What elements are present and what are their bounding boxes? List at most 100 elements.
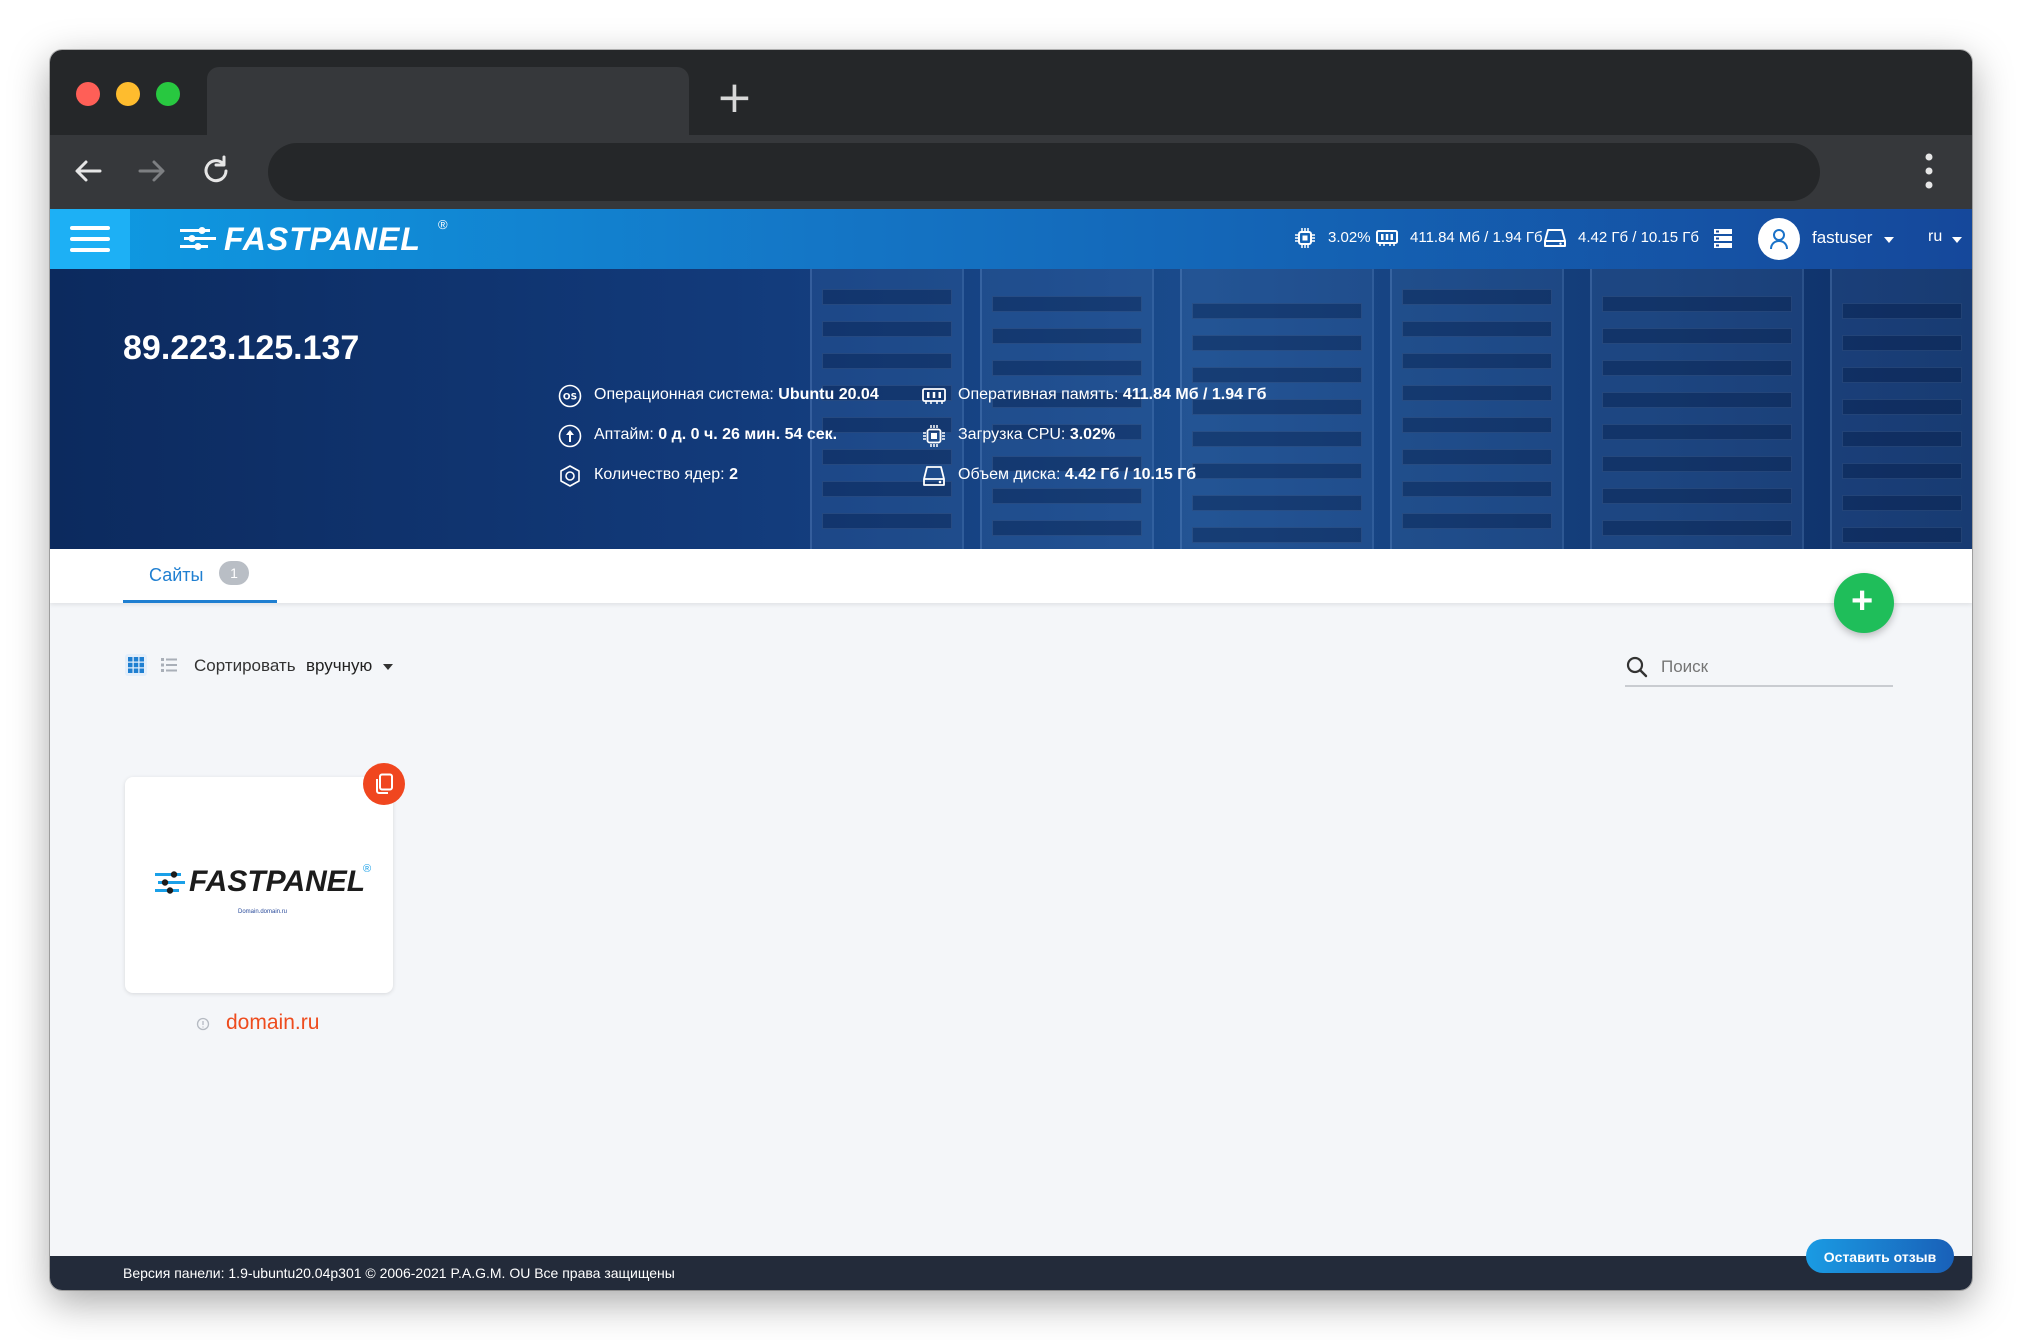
server-rack-decoration xyxy=(980,269,1154,549)
rack-slot-decoration xyxy=(822,321,952,337)
language-selector[interactable]: ru xyxy=(1928,228,1942,246)
header-ram-value: 411.84 Мб / 1.94 Гб xyxy=(1410,229,1543,246)
rack-slot-decoration xyxy=(1192,463,1362,479)
cpu-icon xyxy=(923,425,945,447)
new-tab-button[interactable]: + xyxy=(716,76,753,120)
ram-info: Оперативная память: 411.84 Мб / 1.94 Гб xyxy=(958,386,1267,403)
close-window-button[interactable] xyxy=(76,82,100,106)
rack-slot-decoration xyxy=(1842,431,1962,447)
rack-slot-decoration xyxy=(1842,303,1962,319)
footer-version-text: Версия панели: 1.9-ubuntu20.04p301 © 200… xyxy=(123,1265,675,1281)
back-arrow-icon[interactable] xyxy=(70,153,106,189)
rack-slot-decoration xyxy=(1402,449,1552,465)
browser-nav-bar xyxy=(50,135,1972,209)
rack-slot-decoration xyxy=(822,513,952,529)
reload-icon[interactable] xyxy=(198,153,234,189)
cpu-icon xyxy=(1295,228,1315,248)
disk-icon xyxy=(923,466,945,486)
ram-icon xyxy=(922,388,946,404)
rack-slot-decoration xyxy=(1602,456,1792,472)
os-info: Операционная система: Ubuntu 20.04 xyxy=(594,386,879,403)
rack-slot-decoration xyxy=(1192,367,1362,383)
rack-slot-decoration xyxy=(992,520,1142,536)
address-bar[interactable] xyxy=(268,143,1820,201)
logo-sliders-icon xyxy=(180,227,216,250)
tab-sites-label: Сайты xyxy=(149,565,204,585)
logo-sliders-icon xyxy=(155,871,185,894)
rack-slot-decoration xyxy=(1842,495,1962,511)
site-card[interactable]: FASTPANEL ® Domain.domain.ru xyxy=(125,777,393,993)
forward-arrow-icon[interactable] xyxy=(134,153,170,189)
plus-icon: + xyxy=(1851,580,1874,622)
tab-sites[interactable]: Сайты 1 xyxy=(123,549,277,603)
site-preview-logo-text: FASTPANEL xyxy=(189,865,366,898)
rack-slot-decoration xyxy=(992,360,1142,376)
rack-slot-decoration xyxy=(1192,527,1362,543)
grid-view-icon[interactable] xyxy=(125,654,147,676)
app-header: FASTPANEL ® 3.02% 411.84 Мб / 1.94 Гб 4.… xyxy=(50,209,1972,269)
rack-slot-decoration xyxy=(1842,335,1962,351)
user-icon xyxy=(1770,229,1788,250)
rack-slot-decoration xyxy=(1192,495,1362,511)
sort-label: Сортировать xyxy=(194,656,296,675)
rack-slot-decoration xyxy=(1602,296,1792,312)
hamburger-menu-button[interactable] xyxy=(50,209,130,269)
browser-tab-bar: + xyxy=(50,50,1972,135)
app-footer: Версия панели: 1.9-ubuntu20.04p301 © 200… xyxy=(50,1256,1972,1290)
svg-text:OS: OS xyxy=(563,393,577,403)
rack-slot-decoration xyxy=(1602,520,1792,536)
tab-sites-count-badge: 1 xyxy=(219,561,249,585)
os-icon: OS xyxy=(558,384,582,408)
site-status-icon xyxy=(196,1017,210,1031)
rack-slot-decoration xyxy=(1192,335,1362,351)
cpu-info: Загрузка CPU: 3.02% xyxy=(958,426,1116,443)
search-input[interactable] xyxy=(1659,653,1883,681)
add-site-button[interactable]: + xyxy=(1834,573,1894,633)
rack-slot-decoration xyxy=(1402,417,1552,433)
site-link[interactable]: domain.ru xyxy=(226,1011,319,1035)
rack-slot-decoration xyxy=(1402,481,1552,497)
site-preview-subtitle: Domain.domain.ru xyxy=(238,909,288,915)
rack-slot-decoration xyxy=(1402,289,1552,305)
sort-dropdown[interactable]: вручную xyxy=(306,656,372,676)
cores-icon xyxy=(560,465,580,487)
server-icon[interactable] xyxy=(1712,227,1734,249)
minimize-window-button[interactable] xyxy=(116,82,140,106)
list-view-icon[interactable] xyxy=(158,654,180,676)
rack-slot-decoration xyxy=(822,449,952,465)
feedback-button[interactable]: Оставить отзыв xyxy=(1806,1239,1954,1273)
server-rack-decoration xyxy=(1830,269,1972,549)
fastpanel-app: FASTPANEL ® 3.02% 411.84 Мб / 1.94 Гб 4.… xyxy=(50,209,1972,1290)
browser-tab-active[interactable] xyxy=(207,67,689,135)
maximize-window-button[interactable] xyxy=(156,82,180,106)
rack-slot-decoration xyxy=(1192,303,1362,319)
server-info-banner: 89.223.125.137 OS Операционная система: … xyxy=(50,269,1972,549)
chevron-down-icon xyxy=(1952,237,1962,243)
browser-window: + FASTPANEL ® 3.02% 411.84 Мб / 1.94 Гб … xyxy=(50,50,1972,1290)
rack-slot-decoration xyxy=(1842,399,1962,415)
site-preview-logo-mark: ® xyxy=(363,863,372,875)
header-cpu-value: 3.02% xyxy=(1328,229,1371,246)
rack-slot-decoration xyxy=(822,289,952,305)
rack-slot-decoration xyxy=(1402,385,1552,401)
server-rack-decoration xyxy=(810,269,964,549)
rack-slot-decoration xyxy=(992,296,1142,312)
ram-icon xyxy=(1376,230,1398,246)
server-rack-decoration xyxy=(1390,269,1564,549)
rack-slot-decoration xyxy=(822,353,952,369)
server-rack-decoration xyxy=(1180,269,1374,549)
server-rack-decoration xyxy=(1590,269,1804,549)
username-dropdown[interactable]: fastuser xyxy=(1812,228,1872,248)
rack-slot-decoration xyxy=(1402,353,1552,369)
avatar[interactable] xyxy=(1758,218,1800,260)
rack-slot-decoration xyxy=(1602,392,1792,408)
search-icon xyxy=(1626,656,1648,678)
rack-slot-decoration xyxy=(1602,328,1792,344)
rack-slot-decoration xyxy=(992,488,1142,504)
browser-menu-icon[interactable] xyxy=(1924,151,1934,191)
copy-site-button[interactable] xyxy=(363,763,405,805)
header-disk-value: 4.42 Гб / 10.15 Гб xyxy=(1578,229,1699,246)
chevron-down-icon xyxy=(383,664,393,670)
server-ip-title: 89.223.125.137 xyxy=(123,329,360,367)
copy-icon xyxy=(376,773,393,794)
